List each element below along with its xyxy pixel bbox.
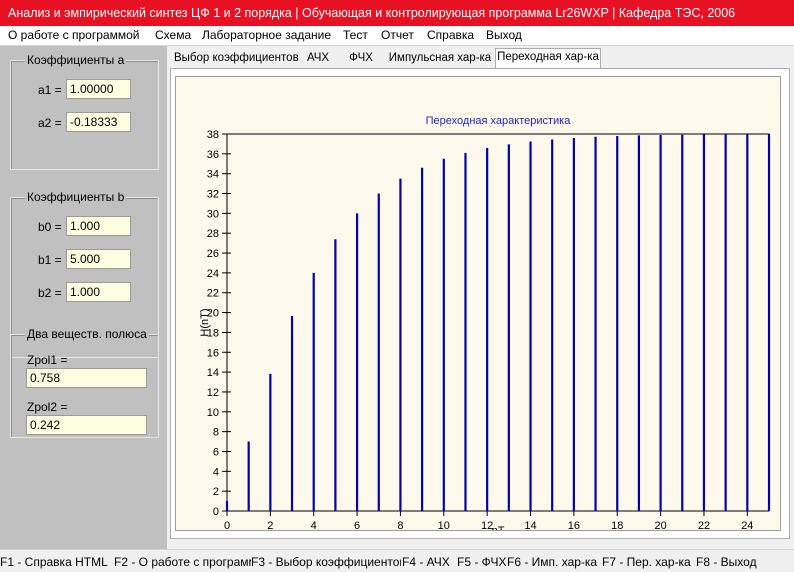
step-response-chart: Переходная характеристика nT H(nT) 02468…: [199, 115, 771, 537]
b0-field[interactable]: 1.000: [66, 216, 131, 236]
a2-label: a2 =: [38, 116, 62, 130]
status-f6-impulse[interactable]: F6 - Имп. хар-ка: [507, 554, 599, 570]
y-tick-label: 26: [207, 248, 219, 260]
y-tick-label: 12: [207, 387, 219, 399]
tab-pfc[interactable]: ФЧХ: [343, 49, 379, 67]
y-tick-label: 28: [207, 228, 219, 240]
y-tick-label: 36: [207, 149, 219, 161]
b2-label: b2 =: [38, 286, 62, 300]
tab-page-step: Переходная характеристика nT H(nT) 02468…: [170, 68, 790, 539]
b2-field[interactable]: 1.000: [66, 282, 131, 302]
x-tick-label: 6: [354, 520, 360, 530]
y-tick-label: 16: [207, 347, 219, 359]
window-title: Анализ и эмпирический синтез ЦФ 1 и 2 по…: [8, 6, 736, 20]
tab-coefficients[interactable]: Выбор коэффициентов: [173, 49, 299, 67]
y-tick-label: 18: [207, 327, 219, 339]
y-tick-label: 30: [207, 208, 219, 220]
x-tick-label: 2: [267, 520, 273, 530]
menu-help[interactable]: Справка: [427, 26, 474, 46]
status-f3-coefficients[interactable]: F3 - Выбор коэффициентов: [251, 554, 401, 570]
y-tick-label: 8: [213, 427, 219, 439]
x-tick-label: 16: [568, 520, 580, 530]
zpol2-label: Zpol2 =: [27, 400, 68, 414]
x-tick-label: 24: [741, 520, 753, 530]
chart-frame: Переходная характеристика nT H(nT) 02468…: [175, 76, 781, 537]
x-tick-label: 8: [397, 520, 403, 530]
x-tick-label: 10: [438, 520, 450, 530]
y-tick-label: 20: [207, 308, 219, 320]
plot-border: [226, 133, 770, 512]
b0-label: b0 =: [38, 220, 62, 234]
x-tick-label: 18: [611, 520, 623, 530]
b1-field[interactable]: 5.000: [66, 249, 131, 269]
x-tick-label: 14: [524, 520, 536, 530]
y-tick-label: 22: [207, 288, 219, 300]
menu-report[interactable]: Отчет: [381, 26, 414, 46]
a1-label: a1 =: [38, 83, 62, 97]
y-tick-label: 38: [207, 129, 219, 141]
window-title-bar: Анализ и эмпирический синтез ЦФ 1 и 2 по…: [0, 0, 794, 26]
right-panel: Выбор коэффициентов АЧХ ФЧХ Импульсная х…: [167, 46, 794, 549]
y-tick-label: 24: [207, 268, 219, 280]
status-f5-pfc[interactable]: F5 - ФЧХ: [457, 554, 506, 570]
status-f4-afc[interactable]: F4 - АЧХ: [402, 554, 456, 570]
a1-field[interactable]: 1.00000: [66, 79, 131, 99]
menu-test[interactable]: Тест: [343, 26, 368, 46]
menu-lab-task[interactable]: Лабораторное задание: [202, 26, 331, 46]
menu-exit[interactable]: Выход: [486, 26, 522, 46]
status-bar: F1 - Справка HTML F2 - О работе с програ…: [0, 549, 794, 572]
y-tick-label: 2: [213, 486, 219, 498]
x-tick-label: 12: [481, 520, 493, 530]
tab-step-response[interactable]: Переходная хар-ка: [495, 48, 601, 68]
poles-title: Два веществ. полюса: [25, 327, 149, 341]
x-tick-label: 22: [698, 520, 710, 530]
status-f2-about[interactable]: F2 - О работе с программой: [114, 554, 251, 570]
y-tick-label: 32: [207, 189, 219, 201]
x-tick-label: 4: [311, 520, 317, 530]
y-tick-label: 10: [207, 407, 219, 419]
tab-afc[interactable]: АЧХ: [300, 49, 336, 67]
left-panel: Коэффициенты а a1 = 1.00000 a2 = -0.1833…: [0, 46, 167, 549]
b1-label: b1 =: [38, 253, 62, 267]
zpol1-field[interactable]: 0.758: [26, 368, 147, 388]
y-tick-label: 0: [213, 506, 219, 518]
status-f1-help[interactable]: F1 - Справка HTML: [0, 554, 114, 570]
chart-title: Переходная характеристика: [426, 115, 572, 127]
y-tick-label: 14: [207, 367, 219, 379]
coef-a-group: Коэффициенты а a1 = 1.00000 a2 = -0.1833…: [10, 53, 159, 170]
coef-b-title: Коэффициенты b: [25, 190, 127, 204]
menu-bar: О работе с программой Схема Лабораторное…: [0, 26, 794, 46]
a2-field[interactable]: -0.18333: [66, 112, 131, 132]
y-tick-label: 34: [207, 169, 219, 181]
tab-impulse[interactable]: Импульсная хар-ка: [386, 49, 494, 67]
zpol1-label: Zpol1 =: [27, 353, 68, 367]
plot-area: 024681012141618202224262830323436380 2 4 6 8…: [207, 129, 771, 532]
status-f7-step[interactable]: F7 - Пер. хар-ка: [602, 554, 692, 570]
poles-group: Два веществ. полюса Zpol1 = 0.758 Zpol2 …: [10, 327, 159, 438]
coef-a-title: Коэффициенты а: [25, 53, 127, 67]
x-tick-label: 0: [224, 520, 230, 530]
menu-scheme[interactable]: Схема: [155, 26, 191, 46]
x-tick-label: 20: [654, 520, 666, 530]
y-tick-label: 4: [213, 466, 219, 478]
status-f8-exit[interactable]: F8 - Выход: [696, 554, 792, 570]
menu-about[interactable]: О работе с программой: [8, 26, 139, 46]
zpol2-field[interactable]: 0.242: [26, 415, 147, 435]
y-tick-label: 6: [213, 446, 219, 458]
x-axis-label: nT: [492, 525, 505, 530]
